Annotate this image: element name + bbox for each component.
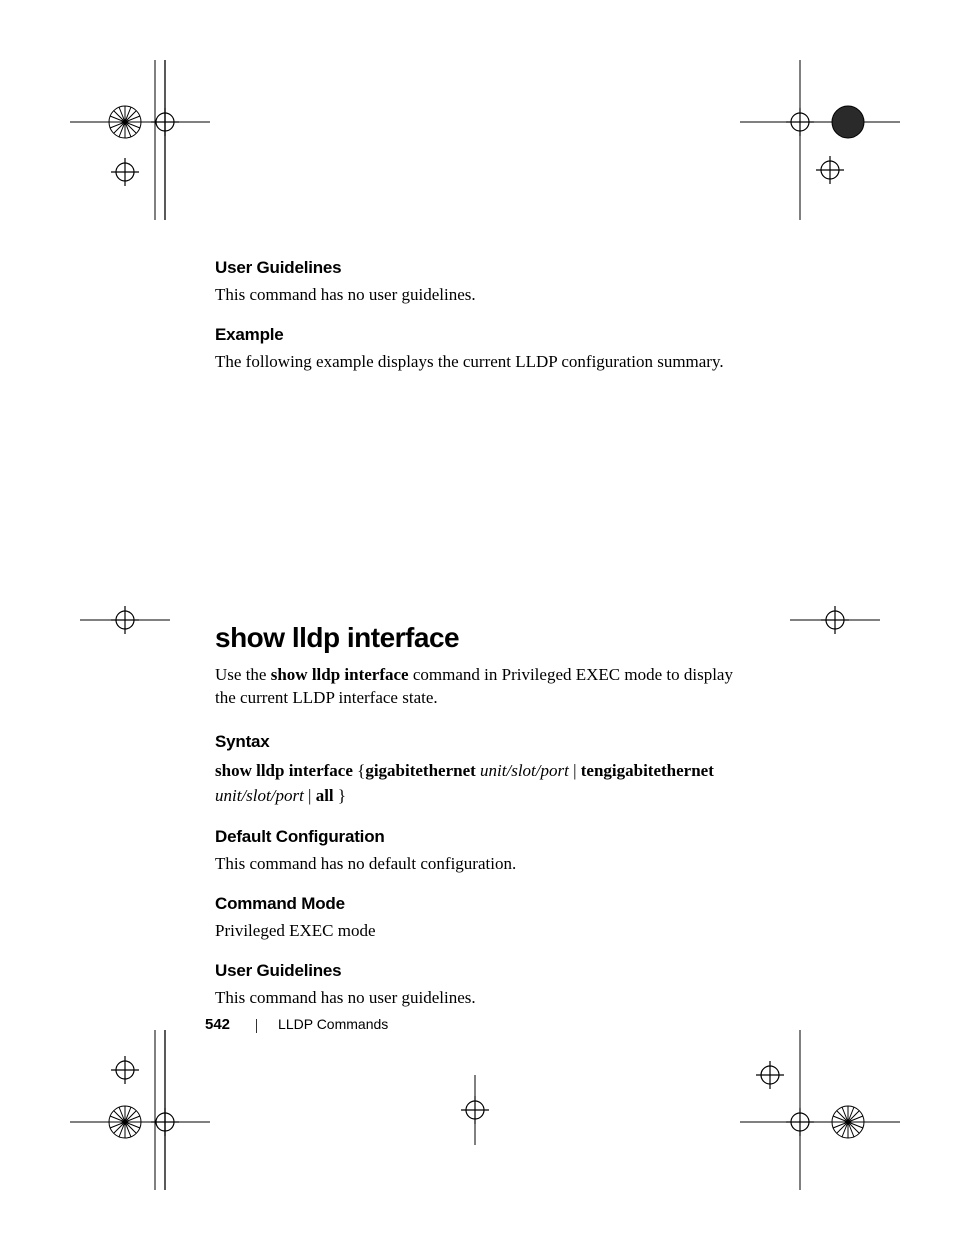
- body-text: This command has no user guidelines.: [215, 987, 745, 1010]
- footer-separator-icon: [256, 1019, 257, 1033]
- section-heading-user-guidelines: User Guidelines: [215, 258, 745, 278]
- text: Use the: [215, 665, 271, 684]
- crop-mark-icon: [740, 1020, 900, 1190]
- syntax-param: unit/slot/port: [480, 761, 569, 780]
- section-heading-default-config: Default Configuration: [215, 827, 745, 847]
- command-name: show lldp interface: [271, 665, 409, 684]
- text: |: [304, 786, 316, 805]
- crop-mark-icon: [430, 1075, 520, 1145]
- syntax-text: show lldp interface {gigabitethernet uni…: [215, 758, 745, 809]
- command-intro: Use the show lldp interface command in P…: [215, 664, 745, 710]
- command-title: show lldp interface: [215, 622, 745, 654]
- text: {: [353, 761, 365, 780]
- body-text: This command has no user guidelines.: [215, 284, 745, 307]
- body-text: The following example displays the curre…: [215, 351, 745, 374]
- page: User Guidelines This command has no user…: [0, 0, 954, 1235]
- body-text: Privileged EXEC mode: [215, 920, 745, 943]
- crop-mark-icon: [790, 585, 880, 655]
- syntax-param: unit/slot/port: [215, 786, 304, 805]
- content-column: User Guidelines This command has no user…: [215, 258, 745, 1028]
- section-heading-user-guidelines: User Guidelines: [215, 961, 745, 981]
- syntax-keyword: gigabitethernet: [365, 761, 475, 780]
- blank-space: [215, 392, 745, 622]
- syntax-keyword: show lldp interface: [215, 761, 353, 780]
- section-heading-command-mode: Command Mode: [215, 894, 745, 914]
- page-number: 542: [205, 1016, 230, 1033]
- section-heading-syntax: Syntax: [215, 732, 745, 752]
- section-heading-example: Example: [215, 325, 745, 345]
- text: }: [334, 786, 346, 805]
- page-footer: 542 LLDP Commands: [205, 1016, 388, 1034]
- body-text: This command has no default configuratio…: [215, 853, 745, 876]
- syntax-keyword: all: [316, 786, 334, 805]
- chapter-name: LLDP Commands: [278, 1016, 388, 1032]
- crop-mark-icon: [70, 1020, 210, 1190]
- crop-mark-icon: [70, 60, 210, 220]
- syntax-keyword: tengigabitethernet: [581, 761, 714, 780]
- crop-mark-icon: [740, 60, 900, 220]
- crop-mark-icon: [80, 585, 170, 655]
- text: |: [569, 761, 581, 780]
